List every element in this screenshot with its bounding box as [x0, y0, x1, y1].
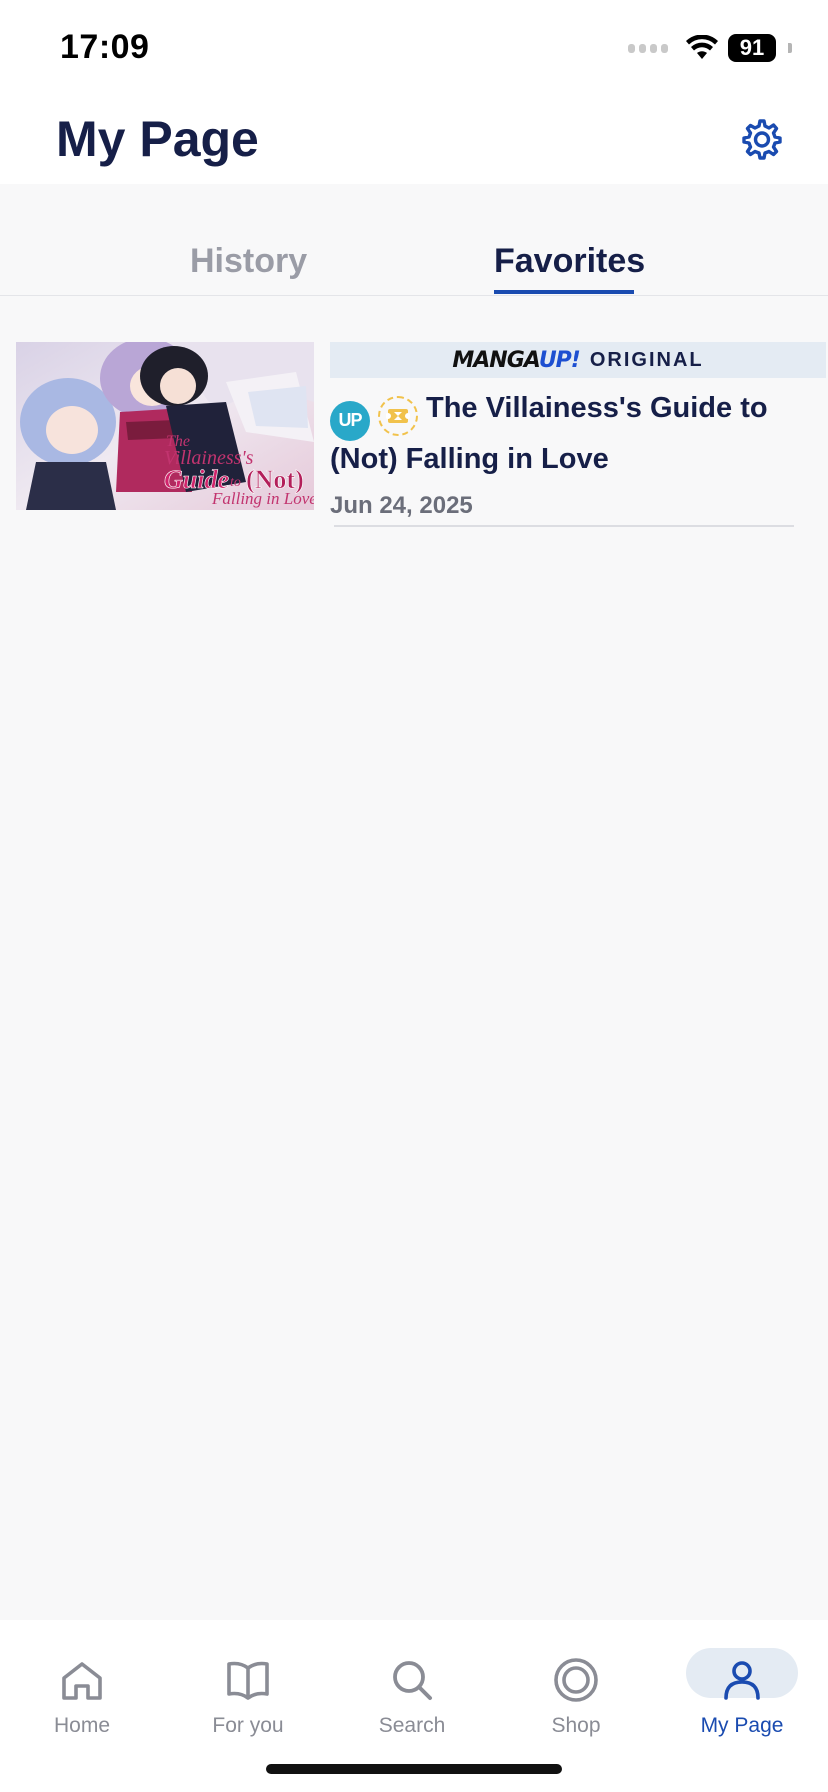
nav-search[interactable]: Search — [352, 1634, 472, 1744]
battery-level: 91 — [739, 35, 765, 60]
status-bar: 17:09 91 — [0, 0, 828, 96]
book-icon — [227, 1661, 269, 1700]
manga-up-original-banner: MANGAUP! ORIGINAL — [330, 342, 826, 378]
signal-icon — [628, 43, 668, 53]
manga-up-logo: MANGAUP! — [452, 347, 580, 373]
page-title: My Page — [56, 111, 259, 167]
nav-my-page[interactable]: My Page — [682, 1634, 802, 1744]
wifi-icon — [686, 35, 718, 59]
nav-home[interactable]: Home — [22, 1634, 142, 1744]
favorite-item-info: MANGAUP! ORIGINAL UP The Villainess's Gui… — [330, 342, 826, 520]
nav-search-label: Search — [378, 1714, 446, 1737]
up-badge-icon: UP — [330, 400, 370, 441]
cover-text-falling-in-love: Falling in Love — [211, 489, 314, 508]
favorite-item[interactable]: The Villainess's Guide to (Not) Falling … — [16, 342, 826, 528]
page-header: My Page — [0, 96, 828, 184]
original-label: ORIGINAL — [589, 348, 704, 371]
manga-cover-thumbnail[interactable]: The Villainess's Guide to (Not) Falling … — [16, 342, 314, 510]
search-icon — [393, 1661, 432, 1700]
nav-shop[interactable]: Shop — [516, 1634, 636, 1744]
nav-for-you-label: For you — [212, 1714, 284, 1737]
battery-icon: 91 — [728, 34, 776, 62]
tab-favorites[interactable]: Favorites — [494, 242, 645, 281]
ticket-icon — [378, 396, 418, 436]
nav-my-page-label: My Page — [700, 1714, 784, 1737]
nav-for-you[interactable]: For you — [188, 1634, 308, 1744]
person-icon — [724, 1661, 760, 1700]
favorite-title-line[interactable]: UP The Villainess's Guide to (Not) Fallin… — [330, 390, 826, 478]
nav-home-label: Home — [53, 1714, 111, 1737]
gear-icon — [742, 119, 782, 160]
favorite-date: Jun 24, 2025 — [330, 491, 473, 519]
home-icon — [62, 1662, 102, 1700]
settings-button[interactable] — [738, 116, 786, 164]
home-indicator — [266, 1764, 562, 1774]
battery-cap — [788, 43, 792, 53]
item-divider — [334, 525, 794, 527]
tab-history[interactable]: History — [190, 242, 307, 281]
status-time: 17:09 — [60, 28, 150, 66]
nav-shop-label: Shop — [551, 1714, 601, 1737]
cover-illustration: The Villainess's Guide to (Not) Falling … — [16, 342, 314, 510]
active-tab-indicator — [494, 290, 634, 294]
tab-bar: History Favorites — [0, 184, 828, 296]
cover-text-to: to — [230, 475, 241, 490]
status-icons: 91 — [628, 34, 792, 62]
shop-coin-icon — [554, 1658, 598, 1702]
